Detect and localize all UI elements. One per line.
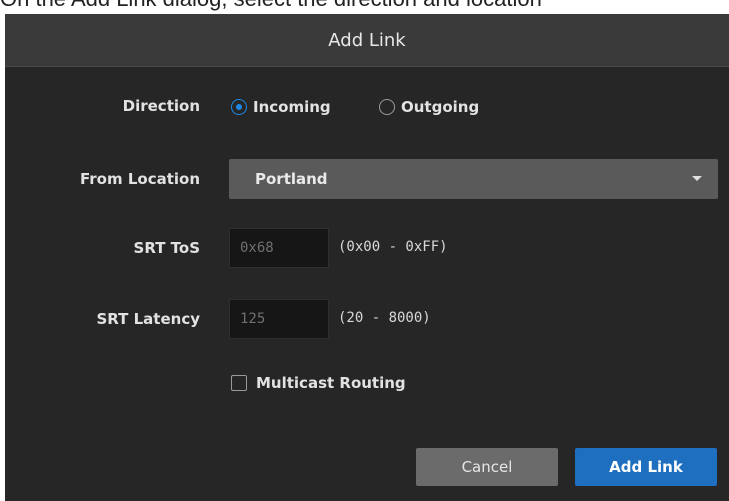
srt-tos-input[interactable] <box>229 228 329 268</box>
document-caption: On the Add Link dialog, select the direc… <box>0 0 542 10</box>
multicast-checkbox-box[interactable] <box>231 375 247 391</box>
from-location-row: From Location Portland <box>5 159 729 199</box>
from-location-select[interactable]: Portland <box>229 159 718 199</box>
srt-tos-hint: (0x00 - 0xFF) <box>338 239 448 255</box>
radio-incoming-label: Incoming <box>253 98 331 116</box>
add-link-dialog: Add Link Direction Incoming Outgoing Fro… <box>5 14 729 501</box>
direction-label: Direction <box>122 97 200 115</box>
srt-tos-label: SRT ToS <box>133 239 200 257</box>
srt-latency-label: SRT Latency <box>96 310 200 328</box>
dialog-title: Add Link <box>328 29 406 51</box>
multicast-routing-checkbox[interactable]: Multicast Routing <box>231 374 406 392</box>
direction-row: Direction Incoming Outgoing <box>5 92 729 122</box>
from-location-value: Portland <box>255 170 328 188</box>
add-link-button[interactable]: Add Link <box>575 448 717 486</box>
srt-latency-row: SRT Latency (20 - 8000) <box>5 299 729 339</box>
dialog-header: Add Link <box>5 14 729 67</box>
from-location-label: From Location <box>79 170 200 188</box>
multicast-routing-label: Multicast Routing <box>256 374 406 392</box>
srt-latency-input[interactable] <box>229 299 329 339</box>
multicast-row: Multicast Routing <box>5 372 729 396</box>
caret-down-icon <box>692 176 702 181</box>
srt-tos-row: SRT ToS (0x00 - 0xFF) <box>5 228 729 268</box>
radio-outgoing-label: Outgoing <box>401 98 480 116</box>
radio-outgoing[interactable]: Outgoing <box>379 98 479 116</box>
cancel-button[interactable]: Cancel <box>416 448 558 486</box>
radio-incoming[interactable]: Incoming <box>231 98 331 116</box>
radio-incoming-indicator[interactable] <box>231 99 247 115</box>
srt-latency-hint: (20 - 8000) <box>338 310 431 326</box>
radio-outgoing-indicator[interactable] <box>379 99 395 115</box>
